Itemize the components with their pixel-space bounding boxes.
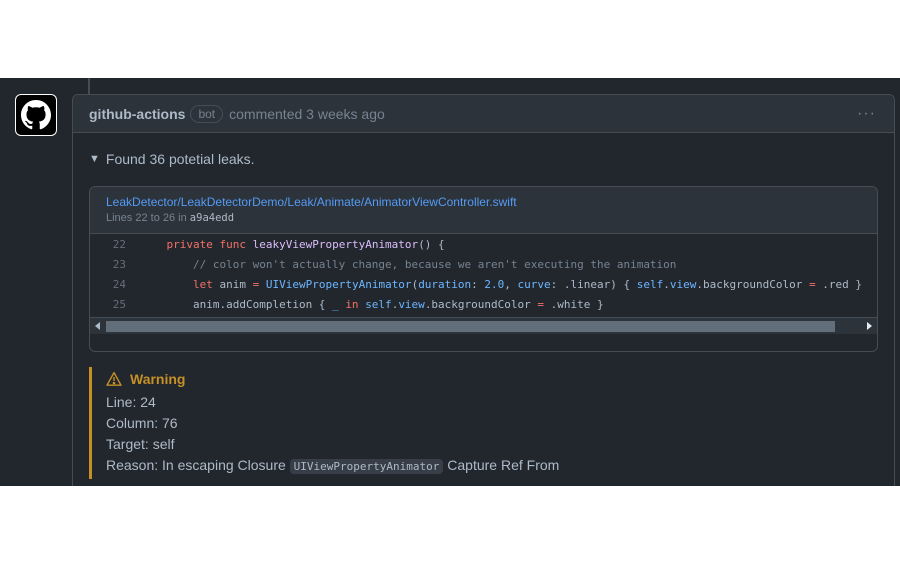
code-token: .backgroundColor [424, 297, 538, 311]
timeline-band: github-actions bot commented 3 weeks ago… [0, 78, 900, 486]
code-token: .backgroundColor [696, 277, 809, 291]
code-token: : [471, 277, 485, 291]
file-path-link[interactable]: LeakDetector/LeakDetectorDemo/Leak/Anima… [106, 195, 861, 209]
horizontal-scrollbar[interactable] [90, 317, 877, 334]
code-token: self [365, 297, 392, 311]
code-token: = [808, 277, 816, 291]
line-range-text: Lines 22 to 26 in [106, 212, 190, 224]
code-text: // color won't actually change, because … [140, 258, 676, 271]
code-token: leakyViewPropertyAnimator [252, 237, 419, 251]
warning-target: Target: self [106, 436, 175, 452]
warning-column: Column: 76 [106, 415, 178, 431]
warning-title-text: Warning [130, 371, 186, 387]
code-token: : .linear) { [550, 277, 637, 291]
code-token: anim.addCompletion { [140, 297, 333, 311]
reason-prefix: Reason: In escaping Closure [106, 457, 290, 473]
code-token: , [504, 277, 518, 291]
warning-alert: Warning Line: 24 Column: 76 Target: self… [89, 367, 689, 479]
author-link[interactable]: github-actions [89, 106, 185, 122]
code-token: _ [332, 297, 339, 311]
bot-badge: bot [190, 104, 224, 123]
code-token: duration [418, 277, 472, 291]
code-token: curve [517, 277, 551, 291]
code-text: private func leakyViewPropertyAnimator()… [140, 238, 445, 251]
comment-header: github-actions bot commented 3 weeks ago… [73, 95, 894, 133]
line-number[interactable]: 22 [90, 238, 140, 251]
comment-box: github-actions bot commented 3 weeks ago… [72, 94, 895, 486]
code-line: 23 // color won't actually change, becau… [90, 254, 877, 274]
code-token: private [166, 237, 213, 251]
code-token: . [663, 277, 670, 291]
scroll-right-icon[interactable] [867, 322, 872, 330]
code-line: 22 private func leakyViewPropertyAnimato… [90, 234, 877, 254]
code-token: .red } [815, 277, 862, 291]
timeline-line [88, 78, 90, 94]
code-permalink-box: LeakDetector/LeakDetectorDemo/Leak/Anima… [89, 186, 878, 352]
warning-reason: Reason: In escaping Closure UIViewProper… [106, 457, 689, 474]
code-token: view [669, 277, 697, 291]
code-block: 22 private func leakyViewPropertyAnimato… [90, 234, 877, 334]
code-token: // color won't actually change, because … [140, 257, 677, 271]
code-token: self [636, 277, 664, 291]
kebab-menu-icon[interactable]: ··· [857, 105, 876, 123]
warning-title: Warning [106, 369, 689, 389]
comment-timestamp[interactable]: commented 3 weeks ago [229, 106, 385, 122]
code-token: in [345, 297, 359, 311]
line-number[interactable]: 25 [90, 298, 140, 311]
line-number[interactable]: 23 [90, 258, 140, 271]
github-logo-icon [16, 95, 56, 135]
code-token: 2.0 [484, 277, 505, 291]
code-token: UIViewPropertyAnimator [265, 277, 412, 291]
warning-line: Line: 24 [106, 394, 156, 410]
code-token: anim [212, 277, 253, 291]
code-line: 24 let anim = UIViewPropertyAnimator(dur… [90, 274, 877, 294]
code-token: view [398, 297, 425, 311]
commit-sha-link[interactable]: a9a4edd [190, 212, 234, 224]
code-token: .white } [544, 297, 604, 311]
line-range: Lines 22 to 26 in a9a4edd [106, 212, 861, 224]
avatar[interactable] [15, 94, 57, 136]
details-summary[interactable]: ▼ Found 36 potetial leaks. [89, 151, 255, 167]
code-token: let [192, 277, 213, 291]
code-text: let anim = UIViewPropertyAnimator(durati… [140, 278, 862, 291]
alert-icon [106, 371, 122, 386]
triangle-down-icon: ▼ [89, 153, 100, 165]
file-header: LeakDetector/LeakDetectorDemo/Leak/Anima… [90, 187, 877, 234]
scroll-left-icon[interactable] [95, 322, 100, 330]
code-token: () { [418, 237, 445, 251]
reason-inline-code: UIViewPropertyAnimator [289, 459, 444, 474]
line-number[interactable]: 24 [90, 278, 140, 291]
scrollbar-thumb[interactable] [106, 321, 835, 332]
code-line: 25 anim.addCompletion { _ in self.view.b… [90, 294, 877, 314]
code-text: anim.addCompletion { _ in self.view.back… [140, 298, 604, 311]
code-token: func [219, 237, 246, 251]
reason-suffix: Capture Ref From [443, 457, 560, 473]
summary-text: Found 36 potetial leaks. [105, 151, 255, 167]
